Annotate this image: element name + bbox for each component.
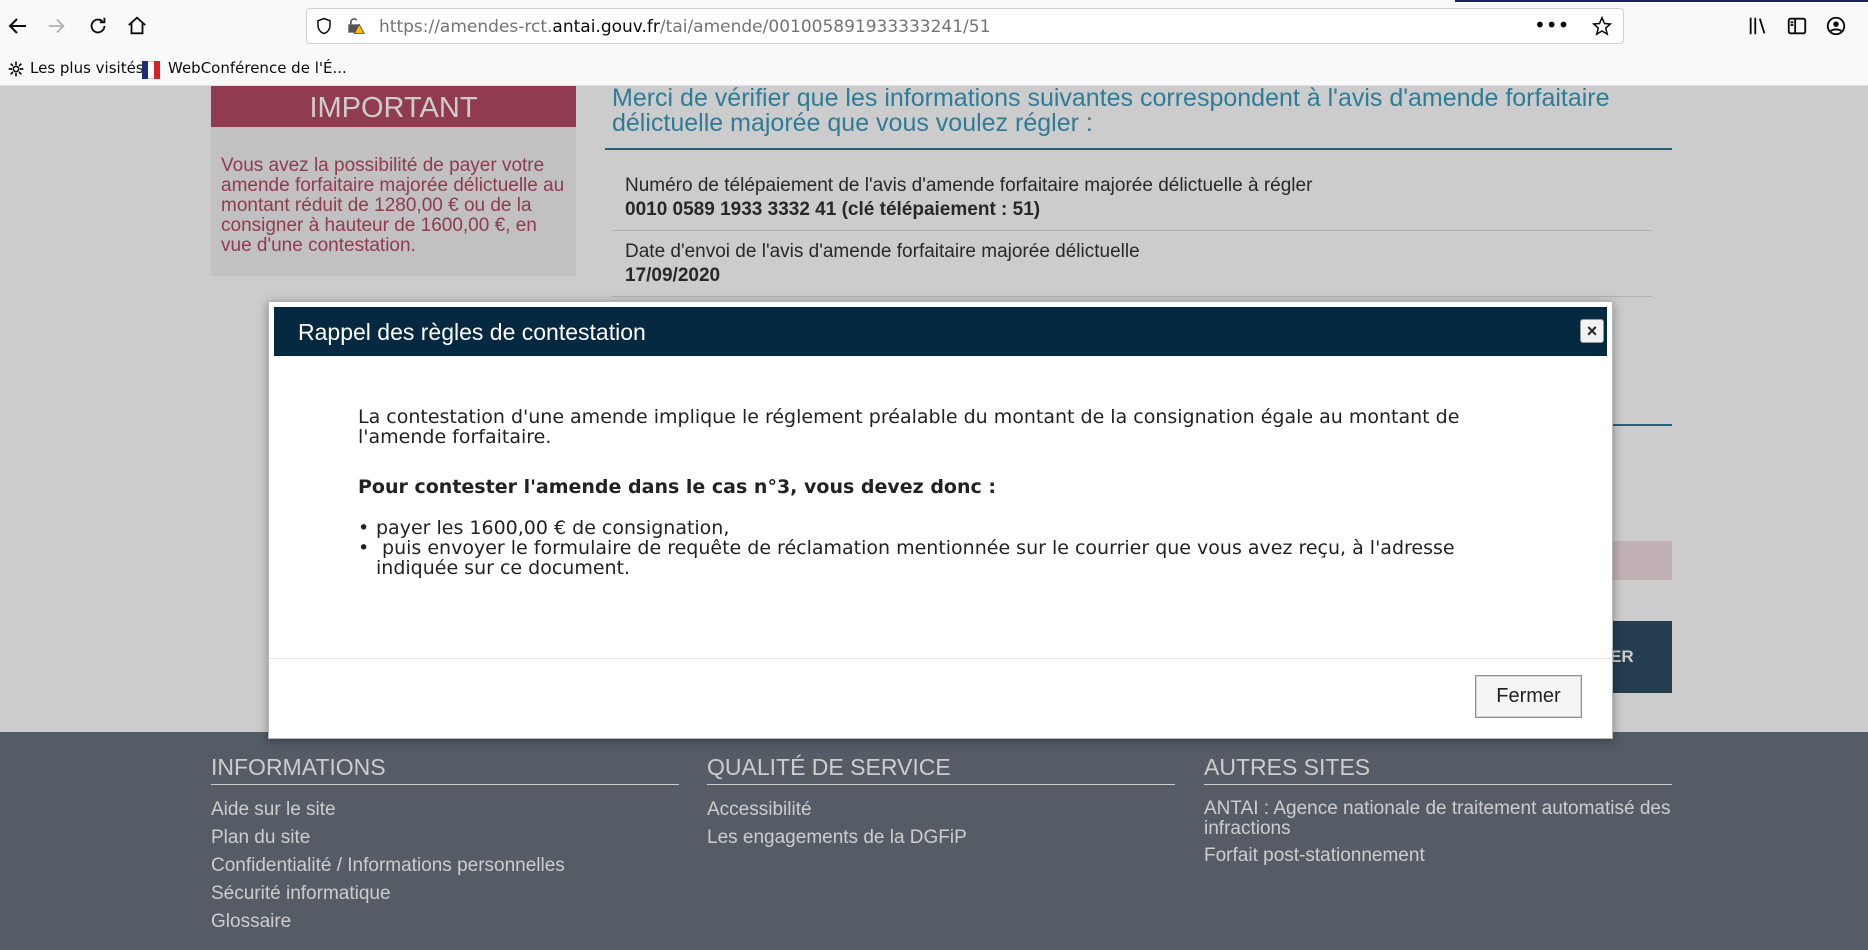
french-flag-icon <box>142 61 160 79</box>
account-icon[interactable] <box>1825 15 1847 37</box>
bookmark-star-icon[interactable] <box>1592 16 1612 36</box>
forward-button[interactable] <box>40 10 72 42</box>
browser-toolbar: https://amendes-rct.antai.gouv.fr/tai/am… <box>0 0 1868 52</box>
sidebar-icon[interactable] <box>1786 15 1808 37</box>
library-icon[interactable] <box>1747 15 1769 37</box>
dialog-intro: La contestation d'une amende implique le… <box>358 406 1460 448</box>
dialog-heading: Pour contester l'amende dans le cas n°3,… <box>358 476 996 498</box>
contestation-dialog: Rappel des règles de contestation × La c… <box>268 301 1613 739</box>
close-button[interactable]: Fermer <box>1475 675 1582 718</box>
list-item-text: puis envoyer le formulaire de requête de… <box>376 537 1455 579</box>
list-item: • payer les 1600,00 € de consignation, <box>358 518 1518 538</box>
list-item: • puis envoyer le formulaire de requête … <box>358 538 1518 578</box>
bookmark-webconference[interactable]: WebConférence de l'É... <box>168 59 347 77</box>
close-icon[interactable]: × <box>1580 319 1604 343</box>
url-path: /tai/amende/001005891933333241/51 <box>659 17 991 37</box>
home-button[interactable] <box>121 10 153 42</box>
gear-icon <box>8 61 24 77</box>
dialog-header: Rappel des règles de contestation × <box>274 307 1607 356</box>
list-item-text: payer les 1600,00 € de consignation, <box>376 517 730 539</box>
dialog-footer-divider <box>269 658 1612 659</box>
url-domain: antai.gouv.fr <box>552 17 660 37</box>
reload-button[interactable] <box>82 10 114 42</box>
tab-strip-edge <box>1455 0 1868 2</box>
back-arrow-icon <box>8 18 26 34</box>
dialog-title: Rappel des règles de contestation <box>298 319 646 345</box>
insecure-lock-icon[interactable] <box>345 16 365 36</box>
home-icon <box>128 16 146 35</box>
back-button[interactable] <box>2 10 34 42</box>
url-text[interactable]: https://amendes-rct.antai.gouv.fr/tai/am… <box>379 17 990 37</box>
forward-arrow-icon <box>48 18 65 34</box>
dialog-body: La contestation d'une amende implique le… <box>358 407 1518 578</box>
reload-icon <box>90 17 106 34</box>
bullet-icon: • <box>358 517 370 539</box>
url-prefix: https://amendes-rct. <box>379 17 553 37</box>
bullet-icon: • <box>358 537 370 559</box>
page-actions-icon[interactable]: ••• <box>1534 13 1569 37</box>
tracking-protection-icon[interactable] <box>315 17 333 35</box>
url-bar[interactable]: https://amendes-rct.antai.gouv.fr/tai/am… <box>306 8 1624 44</box>
bookmark-most-visited[interactable]: Les plus visités <box>30 59 144 77</box>
dialog-steps-list: • payer les 1600,00 € de consignation, • … <box>358 518 1518 578</box>
bookmarks-toolbar: Les plus visités WebConférence de l'É... <box>0 52 1868 86</box>
